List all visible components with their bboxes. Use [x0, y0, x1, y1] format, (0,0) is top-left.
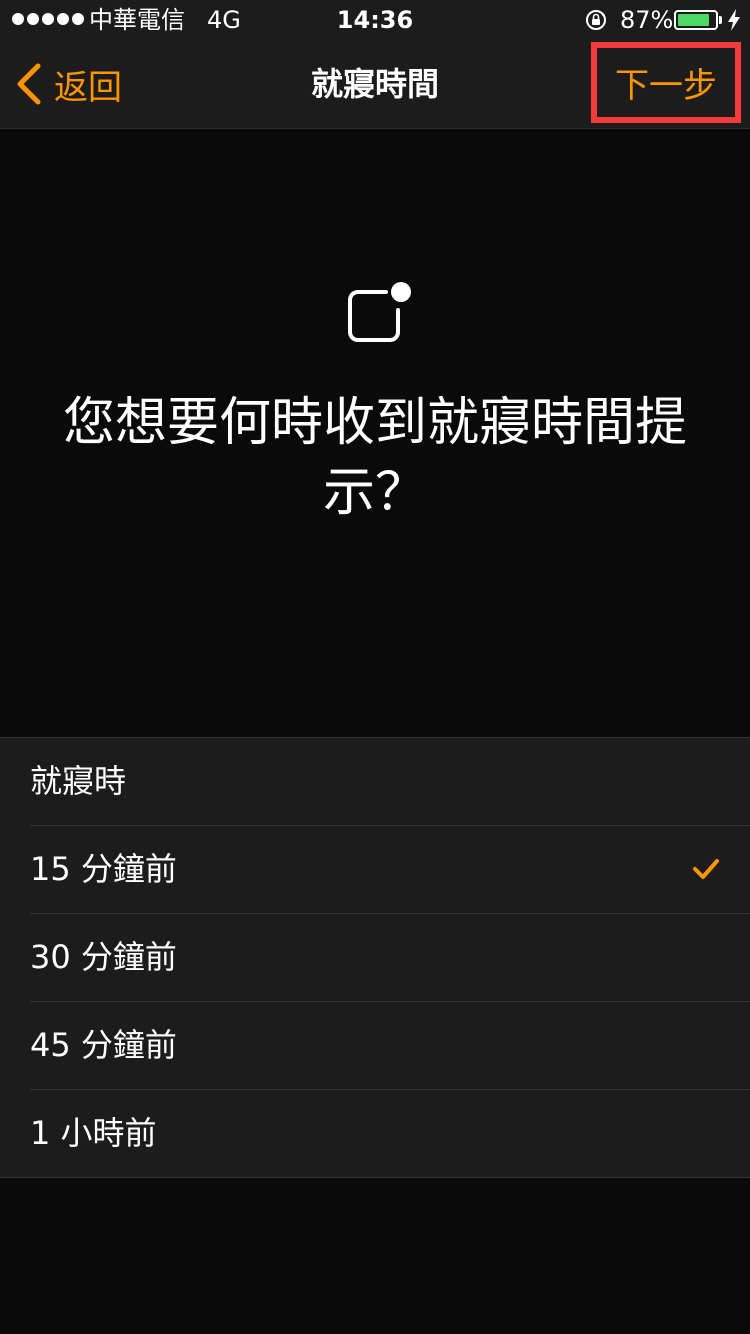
option-label: 就寢時 [30, 762, 127, 800]
battery-tip [719, 16, 722, 24]
option-45-minutes-before[interactable]: 45 分鐘前 [0, 1001, 750, 1089]
option-label: 1 小時前 [30, 1114, 157, 1152]
option-label: 30 分鐘前 [30, 938, 177, 976]
option-30-minutes-before[interactable]: 30 分鐘前 [0, 913, 750, 1001]
battery-level-fill [678, 14, 710, 26]
notification-icon [348, 282, 411, 342]
navigation-bar: 返回 就寢時間 下一步 [0, 40, 750, 129]
battery-percentage: 87% [620, 6, 674, 34]
reminder-options-list: 就寢時 15 分鐘前 30 分鐘前 45 分鐘前 1 小時前 [0, 737, 750, 1178]
option-label: 15 分鐘前 [30, 850, 177, 888]
checkmark-icon [693, 859, 719, 879]
option-1-hour-before[interactable]: 1 小時前 [0, 1089, 750, 1177]
next-label: 下一步 [615, 66, 717, 106]
option-15-minutes-before[interactable]: 15 分鐘前 [0, 825, 750, 913]
status-bar: 中華電信 4G 14:36 87% [0, 0, 750, 40]
battery-icon [674, 10, 718, 30]
next-button[interactable]: 下一步 [591, 42, 741, 123]
charging-bolt-icon [728, 9, 740, 31]
prompt-heading: 您想要何時收到就寢時間提示？ [62, 393, 687, 523]
rotation-lock-icon [586, 10, 606, 30]
option-at-bedtime[interactable]: 就寢時 [0, 738, 750, 825]
option-label: 45 分鐘前 [30, 1026, 177, 1064]
